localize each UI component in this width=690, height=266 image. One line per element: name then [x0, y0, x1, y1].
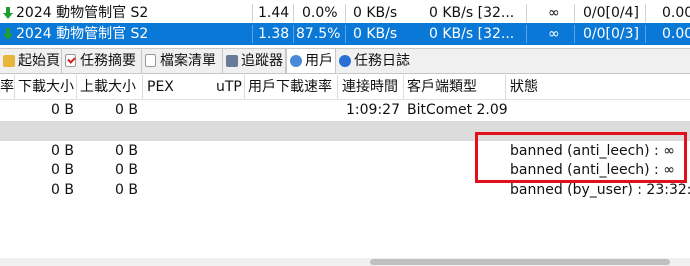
- tab-summary[interactable]: 任務摘要: [62, 49, 142, 73]
- file-list-icon: [145, 54, 156, 67]
- tab-tracker[interactable]: 追蹤器: [223, 49, 286, 73]
- tab-file-list[interactable]: 檔案清單: [142, 49, 223, 73]
- info-icon: [339, 55, 351, 67]
- tab-task-log[interactable]: 任務日誌: [336, 49, 416, 73]
- task-name: 2024 動物管制官 S2: [16, 5, 149, 21]
- home-icon: [3, 55, 15, 67]
- tab-label: 追蹤器: [241, 53, 283, 69]
- tab-label: 起始頁: [18, 53, 60, 69]
- user-icon: [290, 55, 302, 67]
- task-down-speed: 0 KB/s: [353, 5, 398, 21]
- task-down-speed: 0 KB/s: [353, 26, 398, 42]
- tab-label: 檔案清單: [160, 53, 216, 69]
- peer-uploaded: 0 B: [115, 162, 138, 178]
- task-row[interactable]: 2024 動物管制官 S2 1.44 ... 0.0% 0 KB/s 0 KB/…: [0, 2, 690, 24]
- task-size: 1.38 ...: [258, 26, 292, 42]
- peer-connect-time: 1:09:27: [346, 102, 400, 118]
- peer-column-header: 率 下載大小 上載大小 PEX uTP 用戶下載速率 連接時間 客戶端類型 狀態: [0, 75, 690, 100]
- task-ratio: ∞: [548, 5, 560, 21]
- peer-downloaded: 0 B: [51, 162, 74, 178]
- col-rate[interactable]: 率: [0, 75, 14, 99]
- green-down-arrow-icon: [3, 28, 13, 40]
- peer-downloaded: 0 B: [51, 143, 74, 159]
- peer-downloaded: 0 B: [51, 182, 74, 198]
- tracker-icon: [226, 55, 238, 67]
- task-row-selected[interactable]: 2024 動物管制官 S2 1.38 ... 87.5% 0 KB/s 0 KB…: [0, 23, 690, 45]
- tab-home[interactable]: 起始頁: [0, 49, 62, 73]
- peer-uploaded: 0 B: [115, 143, 138, 159]
- peer-downloaded: 0 B: [51, 102, 74, 118]
- tab-label: 用戶: [305, 53, 333, 69]
- task-seeds: 0/0[0/4]: [583, 5, 639, 21]
- task-extra: 0.00: [662, 26, 690, 42]
- task-seeds: 0/0[0/3]: [583, 26, 639, 42]
- peer-status: banned (by_user) : 23:32:...: [510, 182, 690, 198]
- checklist-icon: [65, 54, 76, 67]
- tab-users[interactable]: 用戶: [286, 49, 336, 73]
- task-ratio: ∞: [548, 26, 560, 42]
- col-user-down-speed[interactable]: 用戶下載速率: [248, 75, 332, 99]
- task-size: 1.44 ...: [258, 5, 292, 21]
- peer-row[interactable]: 0 B 0 B 1:09:27 BitComet 2.09: [0, 100, 690, 120]
- peer-uploaded: 0 B: [115, 182, 138, 198]
- col-client-type[interactable]: 客戶端類型: [407, 75, 477, 99]
- col-uploaded[interactable]: 上載大小: [80, 75, 136, 99]
- peer-row[interactable]: 0 B 0 B banned (by_user) : 23:32:...: [0, 180, 690, 200]
- task-progress: 87.5%: [296, 26, 341, 42]
- task-extra: 0.00: [662, 5, 690, 21]
- green-down-arrow-icon: [3, 7, 13, 19]
- scrollbar-thumb[interactable]: [370, 259, 670, 265]
- tab-bar: 起始頁 任務摘要 檔案清單 追蹤器 用戶 任務日誌: [0, 48, 690, 74]
- col-utp[interactable]: uTP: [216, 75, 242, 99]
- task-name: 2024 動物管制官 S2: [16, 26, 149, 42]
- task-progress: 0.0%: [302, 5, 338, 21]
- task-up-speed: 0 KB/s [32...: [429, 5, 515, 21]
- col-status[interactable]: 狀態: [510, 75, 538, 99]
- peer-uploaded: 0 B: [115, 102, 138, 118]
- col-downloaded[interactable]: 下載大小: [18, 75, 74, 99]
- tab-label: 任務摘要: [80, 53, 136, 69]
- col-connect-time[interactable]: 連接時間: [342, 75, 398, 99]
- task-up-speed: 0 KB/s [32...: [429, 26, 515, 42]
- peer-client: BitComet 2.09: [407, 102, 508, 118]
- tab-label: 任務日誌: [354, 53, 410, 69]
- red-highlight-box: [475, 132, 687, 183]
- horizontal-scrollbar[interactable]: [0, 258, 690, 266]
- col-pex[interactable]: PEX: [147, 75, 174, 99]
